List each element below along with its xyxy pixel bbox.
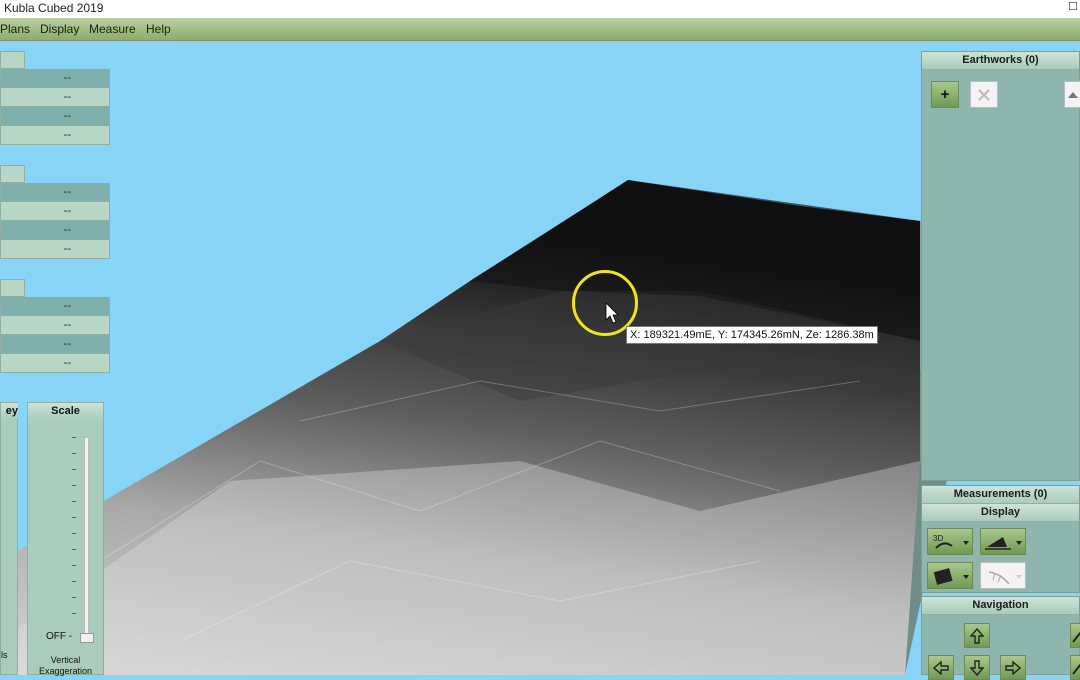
values-row: --	[0, 126, 110, 145]
menu-bar: Plans Display Measure Help	[0, 18, 1080, 41]
values-panel-3-header	[0, 279, 25, 297]
values-row: --	[0, 202, 110, 221]
nav-right-button[interactable]	[1000, 655, 1026, 680]
plus-icon: +	[940, 86, 950, 103]
add-earthwork-button[interactable]: +	[931, 81, 959, 108]
navigation-title: Navigation	[922, 597, 1079, 615]
measurements-display-panel: Measurements (0) Display 3D	[921, 485, 1080, 593]
scale-caption-1: Vertical	[50, 655, 81, 665]
slider-thumb[interactable]	[80, 633, 94, 643]
contour-view-icon	[933, 567, 969, 585]
nav-zoom-button[interactable]	[1070, 655, 1080, 680]
values-panel-2-header	[0, 165, 25, 183]
key-panel-title: ey	[1, 403, 18, 419]
nav-down-button[interactable]	[964, 655, 990, 680]
navigation-panel: Navigation	[921, 596, 1080, 680]
chevron-up-icon	[1067, 91, 1078, 98]
vertical-exaggeration-slider[interactable]	[84, 437, 89, 639]
slider-tick	[72, 613, 76, 614]
slider-tick	[72, 453, 76, 454]
arrow-right-icon	[1005, 660, 1021, 675]
arrow-left-icon	[933, 660, 949, 675]
close-icon	[978, 88, 990, 101]
display-3d-button[interactable]: 3D	[927, 528, 973, 555]
pencil-icon	[1072, 631, 1080, 643]
nav-rotate-button[interactable]	[1070, 623, 1080, 648]
slope-hatch-icon	[988, 570, 1022, 584]
nav-left-button[interactable]	[928, 655, 954, 680]
coordinate-tooltip: X: 189321.49mE, Y: 174345.26mN, Ze: 1286…	[626, 326, 878, 344]
menu-measure[interactable]: Measure	[89, 22, 136, 36]
delete-earthwork-button[interactable]	[970, 81, 998, 108]
key-panel: ey ls	[0, 402, 18, 675]
measurements-title: Measurements (0)	[922, 486, 1079, 504]
earthworks-panel: Earthworks (0) +	[921, 51, 1080, 481]
slider-tick	[72, 581, 76, 582]
display-section-button[interactable]	[980, 528, 1026, 555]
earthworks-title: Earthworks (0)	[922, 52, 1079, 70]
pencil-icon	[1072, 663, 1080, 675]
values-row: --	[0, 297, 110, 316]
values-row: --	[0, 183, 110, 202]
values-row: --	[0, 316, 110, 335]
slider-tick	[72, 533, 76, 534]
slider-tick	[72, 469, 76, 470]
values-row: --	[0, 88, 110, 107]
values-row: --	[0, 354, 110, 373]
menu-plans[interactable]: Plans	[0, 22, 30, 36]
svg-text:3D: 3D	[933, 534, 943, 543]
window-title: Kubla Cubed 2019	[4, 1, 104, 15]
scroll-up-button[interactable]	[1064, 81, 1080, 108]
display-contour-button[interactable]	[927, 562, 973, 589]
values-panel-1-header	[0, 51, 25, 69]
slider-tick	[72, 501, 76, 502]
scale-panel-title: Scale	[28, 403, 103, 419]
display-title: Display	[922, 504, 1079, 522]
values-row: --	[0, 240, 110, 259]
menu-display[interactable]: Display	[40, 22, 79, 36]
slider-tick	[72, 437, 76, 438]
slider-tick	[72, 565, 76, 566]
section-view-icon	[985, 536, 1022, 550]
nav-up-button[interactable]	[964, 623, 990, 648]
values-row: --	[0, 107, 110, 126]
arrow-down-icon	[970, 659, 984, 676]
values-row: --	[0, 335, 110, 354]
terrain-render[interactable]	[0, 41, 1080, 675]
values-row: --	[0, 221, 110, 240]
slider-tick	[72, 485, 76, 486]
slider-off-label: OFF -	[46, 631, 73, 642]
3d-viewport[interactable]: X: 189321.49mE, Y: 174345.26mN, Ze: 1286…	[0, 41, 1080, 675]
arrow-up-icon	[970, 627, 984, 644]
slider-tick	[72, 517, 76, 518]
maximize-button[interactable]: ☐	[1068, 0, 1078, 13]
scale-panel: Scale OFF - Vertical Exaggeration	[27, 402, 104, 676]
menu-help[interactable]: Help	[146, 22, 171, 36]
values-row: --	[0, 69, 110, 88]
3d-view-icon: 3D	[933, 534, 969, 549]
slider-tick	[72, 549, 76, 550]
title-bar: Kubla Cubed 2019 ☐	[0, 0, 1080, 18]
key-panel-bottom-text: ls	[1, 650, 8, 660]
display-slope-button[interactable]	[980, 562, 1026, 589]
slider-tick	[72, 597, 76, 598]
